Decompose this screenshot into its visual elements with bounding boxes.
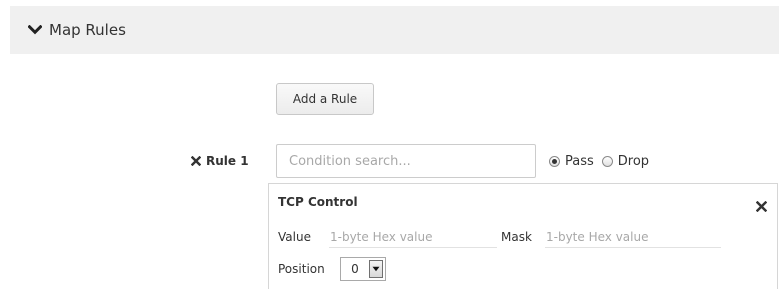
close-icon[interactable] xyxy=(755,197,768,213)
map-rules-section-header[interactable]: Map Rules xyxy=(10,6,779,54)
value-label: Value xyxy=(278,230,311,244)
pass-radio-indicator[interactable] xyxy=(549,155,560,167)
condition-title: TCP Control xyxy=(278,195,358,209)
drop-radio[interactable]: Drop xyxy=(601,153,650,169)
pass-radio[interactable]: Pass xyxy=(549,154,594,169)
condition-search-input[interactable] xyxy=(276,144,536,178)
position-select[interactable]: 0 xyxy=(340,257,386,281)
mask-input[interactable] xyxy=(545,226,721,248)
mask-label: Mask xyxy=(501,230,532,244)
drop-radio-label: Drop xyxy=(617,153,650,169)
drop-radio-indicator[interactable] xyxy=(601,155,613,167)
section-title: Map Rules xyxy=(49,21,126,39)
position-label: Position xyxy=(278,262,325,276)
remove-rule-icon[interactable] xyxy=(190,156,201,167)
add-rule-button[interactable]: Add a Rule xyxy=(276,83,374,115)
position-select-value: 0 xyxy=(351,262,359,276)
rule-label: Rule 1 xyxy=(206,154,249,168)
rule-action-radio-group: Pass Drop xyxy=(549,151,657,171)
map-rules-page: Map Rules Add a Rule Rule 1 Pass Drop TC… xyxy=(0,0,779,289)
chevron-down-icon xyxy=(28,23,42,37)
pass-radio-label: Pass xyxy=(565,153,594,169)
rule-label-group: Rule 1 xyxy=(190,151,249,171)
select-arrow-icon[interactable] xyxy=(369,260,383,278)
condition-panel: TCP Control Value Mask Position 0 xyxy=(268,183,778,289)
value-input[interactable] xyxy=(329,226,497,248)
